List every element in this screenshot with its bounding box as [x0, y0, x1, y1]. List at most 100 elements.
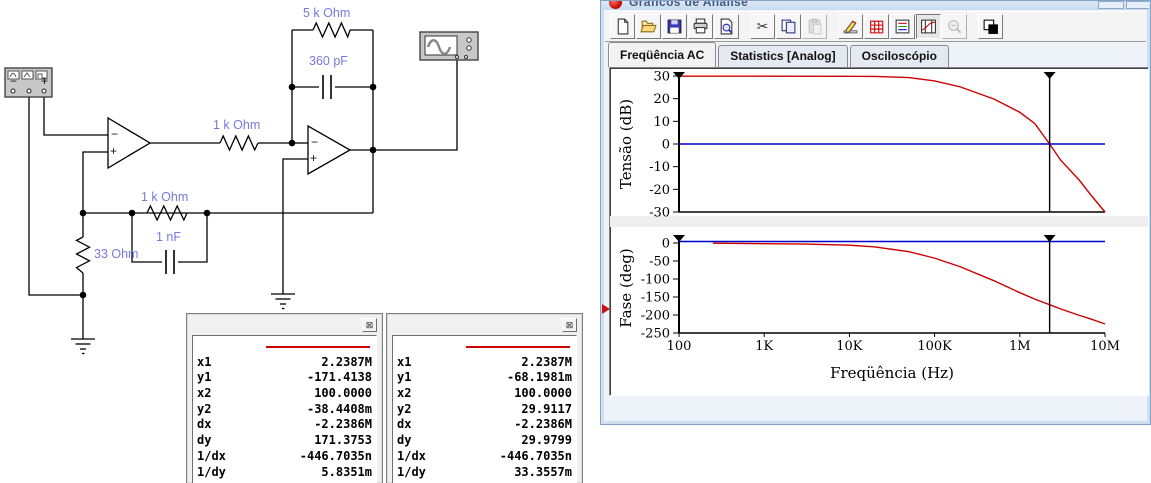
- cursor-table-phase: ⊠ x1 2.2387M y1 -171.4138 x2 100.0000 y2 -38.44…: [186, 313, 383, 483]
- toolbar-button-cut[interactable]: ✂: [750, 13, 775, 39]
- y-tick-label: 30: [653, 69, 670, 84]
- toolbar-button-zoom-out: [942, 13, 967, 39]
- wire[interactable]: [43, 94, 108, 136]
- y-tick-label: -10: [649, 160, 670, 175]
- toolbar-button-print-preview[interactable]: [714, 13, 739, 39]
- opamp2[interactable]: [307, 124, 352, 176]
- ground-symbol[interactable]: [271, 293, 295, 310]
- save-icon: [667, 19, 682, 33]
- cursor-row-label: dx: [197, 417, 212, 432]
- window-close-button[interactable]: [1126, 1, 1149, 9]
- y-tick-label: -50: [649, 255, 670, 270]
- resistor-33ohm[interactable]: [75, 236, 91, 274]
- wire[interactable]: [373, 58, 458, 151]
- toolbar-button-save[interactable]: [662, 13, 687, 39]
- y-tick-label: 10: [653, 115, 670, 130]
- cursor-row-value: 100.0000: [514, 386, 572, 401]
- wire[interactable]: [28, 94, 83, 296]
- junction-dots: [79, 83, 377, 299]
- cursor-row-1-dy: 1/dy 33.3557m: [397, 465, 572, 481]
- close-icon[interactable]: ⊠: [562, 318, 577, 332]
- cursor-table-body: x1 2.2387M y1 -171.4138 x2 100.0000 y2 -38.4408…: [192, 335, 377, 483]
- toolbar-button-legend[interactable]: [890, 13, 915, 39]
- trace-output-phase-deg: [712, 242, 1106, 325]
- cursor-row-y1: y1 -171.4138: [197, 370, 372, 386]
- cursor-row-label: 1/dy: [197, 464, 226, 479]
- toolbar-button-grid[interactable]: [864, 13, 889, 39]
- component-value-label: 360 pF: [309, 54, 348, 68]
- cursor-row-x2: x2 100.0000: [397, 386, 572, 402]
- toolbar-button-edit-properties[interactable]: [838, 13, 863, 39]
- toolbar-button-print[interactable]: [688, 13, 713, 39]
- cursor-row-y2: y2 29.9117: [397, 402, 572, 418]
- cursor-row-value: -171.4138: [306, 370, 372, 385]
- cursor-row-1-dy: 1/dy 5.8351m: [197, 465, 372, 481]
- cursor-row-1-dx: 1/dx -446.7035n: [397, 449, 572, 465]
- trace-legend-swatch: [397, 339, 572, 355]
- cursor-row-dx: dx -2.2386M: [397, 417, 572, 433]
- cursor-row-dy: dy 29.9799: [397, 433, 572, 449]
- window-titlebar[interactable]: Gráficos de Análise: [602, 1, 1149, 10]
- x-tick-label: 10M: [1090, 339, 1120, 354]
- copy-icon: [781, 19, 796, 33]
- zoom-out-icon: [948, 19, 962, 33]
- cursor-row-value: 100.0000: [314, 386, 372, 401]
- toolbar: ✂: [605, 11, 1146, 42]
- cursor-table-gain: ⊠ x1 2.2387M y1 -68.1981m x2 100.0000 y2 29.911…: [386, 313, 583, 483]
- x-axis-label: Freqüência (Hz): [830, 364, 954, 382]
- cursor-row-value: 33.3557m: [514, 464, 572, 479]
- cursor-row-label: y2: [197, 401, 212, 416]
- tab-bar: Freqüência AC Statistics [Analog] Oscilosc…: [605, 42, 1146, 67]
- cursor-row-value: -38.4408m: [306, 401, 372, 416]
- grid-icon: [870, 20, 884, 33]
- cursor-row-value: -2.2386M: [314, 417, 372, 432]
- cursor-row-value: 171.3753: [314, 433, 372, 448]
- cursor-row-label: x1: [197, 354, 212, 369]
- cursor-1-handle[interactable]: [1043, 72, 1056, 79]
- opamp1[interactable]: [107, 116, 152, 170]
- cursor-row-dy: dy 171.3753: [197, 433, 372, 449]
- cursor-row-value: -446.7035n: [299, 448, 372, 463]
- restore-colors-icon: [983, 19, 998, 34]
- y-tick-label: -200: [641, 309, 670, 324]
- component-value-label: 1 k Ohm: [141, 190, 189, 204]
- toolbar-button-paste: [802, 13, 827, 39]
- resistor-1kohm[interactable]: [219, 134, 259, 152]
- opamp1-minus-input: −: [111, 127, 119, 141]
- toolbar-button-restore-colors[interactable]: [978, 13, 1003, 39]
- oscilloscope[interactable]: [419, 31, 479, 61]
- tab-oscilosc-pio[interactable]: Osciloscópio: [849, 45, 949, 67]
- trace-legend-swatch: [197, 339, 372, 355]
- open-file-icon: [640, 20, 657, 32]
- capacitor-360pf[interactable]: [322, 75, 332, 99]
- screen: 5 k Ohm 360 pF 1 k Ohm 1 k Ohm 1 nF 33 Ohm − + −…: [0, 0, 1151, 483]
- window-minimize-button[interactable]: [1098, 1, 1124, 9]
- cursor-row-label: x1: [397, 354, 412, 369]
- cursor-row-value: 2.2387M: [521, 354, 572, 369]
- wire[interactable]: [282, 158, 308, 294]
- resistor-5kohm[interactable]: [312, 21, 351, 39]
- capacitor-1nf[interactable]: [165, 250, 175, 274]
- new-document-icon: [617, 18, 629, 34]
- print-preview-icon: [720, 18, 733, 34]
- cursor-row-y1: y1 -68.1981m: [397, 370, 572, 386]
- y-tick-label: -100: [641, 273, 670, 288]
- close-icon[interactable]: ⊠: [362, 318, 377, 332]
- edit-properties-icon: [843, 19, 858, 34]
- wire[interactable]: [178, 213, 208, 263]
- toolbar-button-new-document[interactable]: [610, 13, 635, 39]
- x-tick-label: 10K: [836, 339, 863, 354]
- component-value-label: 5 k Ohm: [303, 6, 351, 20]
- wire[interactable]: [82, 151, 108, 213]
- tab-freq-ncia-ac[interactable]: Freqüência AC: [608, 42, 717, 67]
- selected-graph-arrow: [602, 304, 610, 314]
- cursor-row-label: y1: [397, 370, 412, 385]
- toolbar-button-copy[interactable]: [776, 13, 801, 39]
- toolbar-button-cursors[interactable]: [916, 13, 941, 39]
- toolbar-button-open-file[interactable]: [636, 13, 661, 39]
- cursor-row-label: 1/dx: [397, 448, 426, 463]
- ground-symbol[interactable]: [71, 338, 95, 355]
- cursor-row-y2: y2 -38.4408m: [197, 402, 372, 418]
- tab-statistics-analog-[interactable]: Statistics [Analog]: [718, 45, 848, 67]
- print-icon: [693, 18, 708, 33]
